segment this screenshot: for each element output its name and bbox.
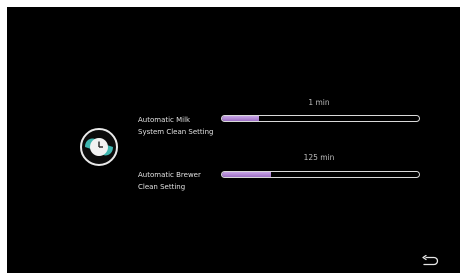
brewer-clean-label: Automatic Brewer Clean Setting <box>138 169 201 193</box>
clean-settings-screen: 1 min Automatic Milk System Clean Settin… <box>7 7 460 273</box>
milk-clean-label: Automatic Milk System Clean Setting <box>138 114 213 138</box>
brewer-clean-slider-fill <box>222 172 272 177</box>
milk-clean-label-line1: Automatic Milk <box>138 116 191 124</box>
milk-clean-label-line2: System Clean Setting <box>138 128 214 136</box>
milk-clean-slider-fill <box>222 116 260 121</box>
back-arrow-icon[interactable] <box>421 255 439 267</box>
brewer-clean-slider[interactable] <box>221 171 420 178</box>
clock-icon <box>80 128 118 166</box>
milk-clean-value: 1 min <box>308 98 330 107</box>
milk-clean-slider[interactable] <box>221 115 420 122</box>
brewer-clean-label-line2: Clean Setting <box>138 183 186 191</box>
brewer-clean-label-line1: Automatic Brewer <box>138 171 201 179</box>
brewer-clean-value: 125 min <box>303 153 335 162</box>
